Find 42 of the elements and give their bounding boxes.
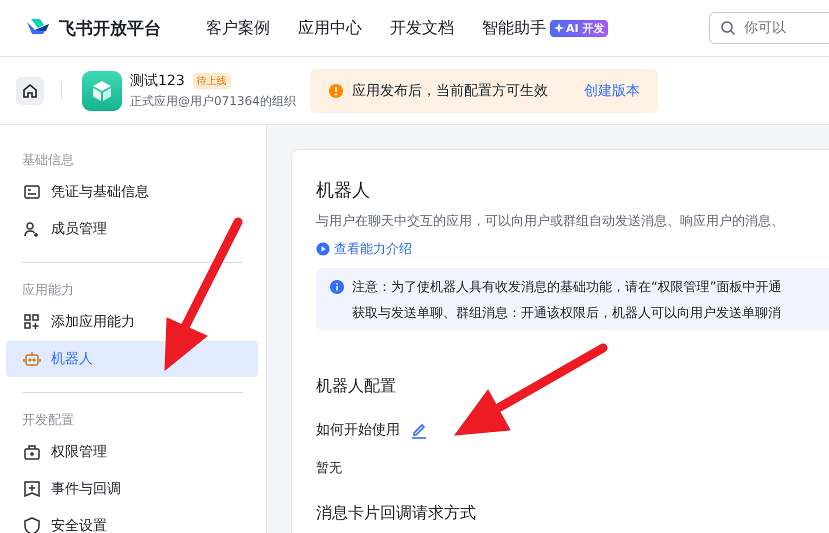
field-value: 暂无: [316, 460, 343, 477]
edit-icon[interactable]: [410, 421, 428, 439]
config-title: 机器人配置: [316, 376, 397, 397]
warning-icon: [328, 82, 344, 98]
sidebar-item[interactable]: 机器人: [6, 341, 258, 377]
banner-message: 应用发布后，当前配置方可生效: [352, 82, 549, 100]
sidebar-section-title: 基础信息: [21, 152, 75, 170]
field-label: 如何开始使用: [316, 421, 400, 439]
sidebar-item[interactable]: 成员管理: [6, 211, 258, 247]
info-icon: [330, 280, 344, 294]
menu-icon: [22, 349, 42, 369]
menu-icon: [22, 479, 42, 499]
sidebar-item[interactable]: 凭证与基础信息: [6, 174, 258, 210]
section-title: 机器人: [316, 179, 371, 202]
menu-icon: [22, 516, 42, 533]
home-button[interactable]: [16, 76, 44, 104]
notice-text: 获取与发送单聊、群组消息：开通该权限后，机器人可以向用户发送单聊消: [352, 305, 782, 322]
sidebar-section-title: 应用能力: [21, 282, 75, 300]
home-icon: [21, 82, 39, 100]
menu-icon: [22, 312, 42, 332]
nav-link[interactable]: 应用中心: [298, 18, 362, 38]
app-subtitle: 正式应用@用户071364的组织: [130, 92, 296, 110]
sidebar-section-title: 开发配置: [21, 412, 75, 430]
app-icon: [82, 70, 122, 110]
sidebar-item[interactable]: 事件与回调: [6, 471, 258, 507]
search-field[interactable]: 你可以: [709, 12, 829, 44]
intro-link[interactable]: 查看能力介绍: [316, 240, 412, 258]
status-tag: 待上线: [192, 72, 231, 88]
config-title: 消息卡片回调请求方式: [316, 503, 477, 524]
play-icon: [316, 242, 330, 256]
notice-text: 注意：为了使机器人具有收发消息的基础功能，请在“权限管理”面板中开通: [352, 279, 782, 296]
nav-link[interactable]: 智能助手 AI 开发: [482, 18, 608, 38]
nav-link[interactable]: 开发文档: [390, 18, 454, 38]
app-name: 测试123: [130, 72, 185, 90]
logo-text: 飞书开放平台: [59, 18, 161, 40]
create-version-link[interactable]: 创建版本: [584, 82, 640, 100]
nav-link[interactable]: 客户案例: [206, 18, 270, 38]
ai-badge: AI 开发: [550, 20, 608, 36]
sidebar-item[interactable]: 权限管理: [6, 434, 258, 470]
sidebar-item[interactable]: 安全设置: [6, 508, 258, 533]
description: 与用户在聊天中交互的应用，可以向用户或群组自动发送消息、响应用户的消息、: [316, 213, 785, 230]
sidebar-item[interactable]: 添加应用能力: [6, 304, 258, 340]
